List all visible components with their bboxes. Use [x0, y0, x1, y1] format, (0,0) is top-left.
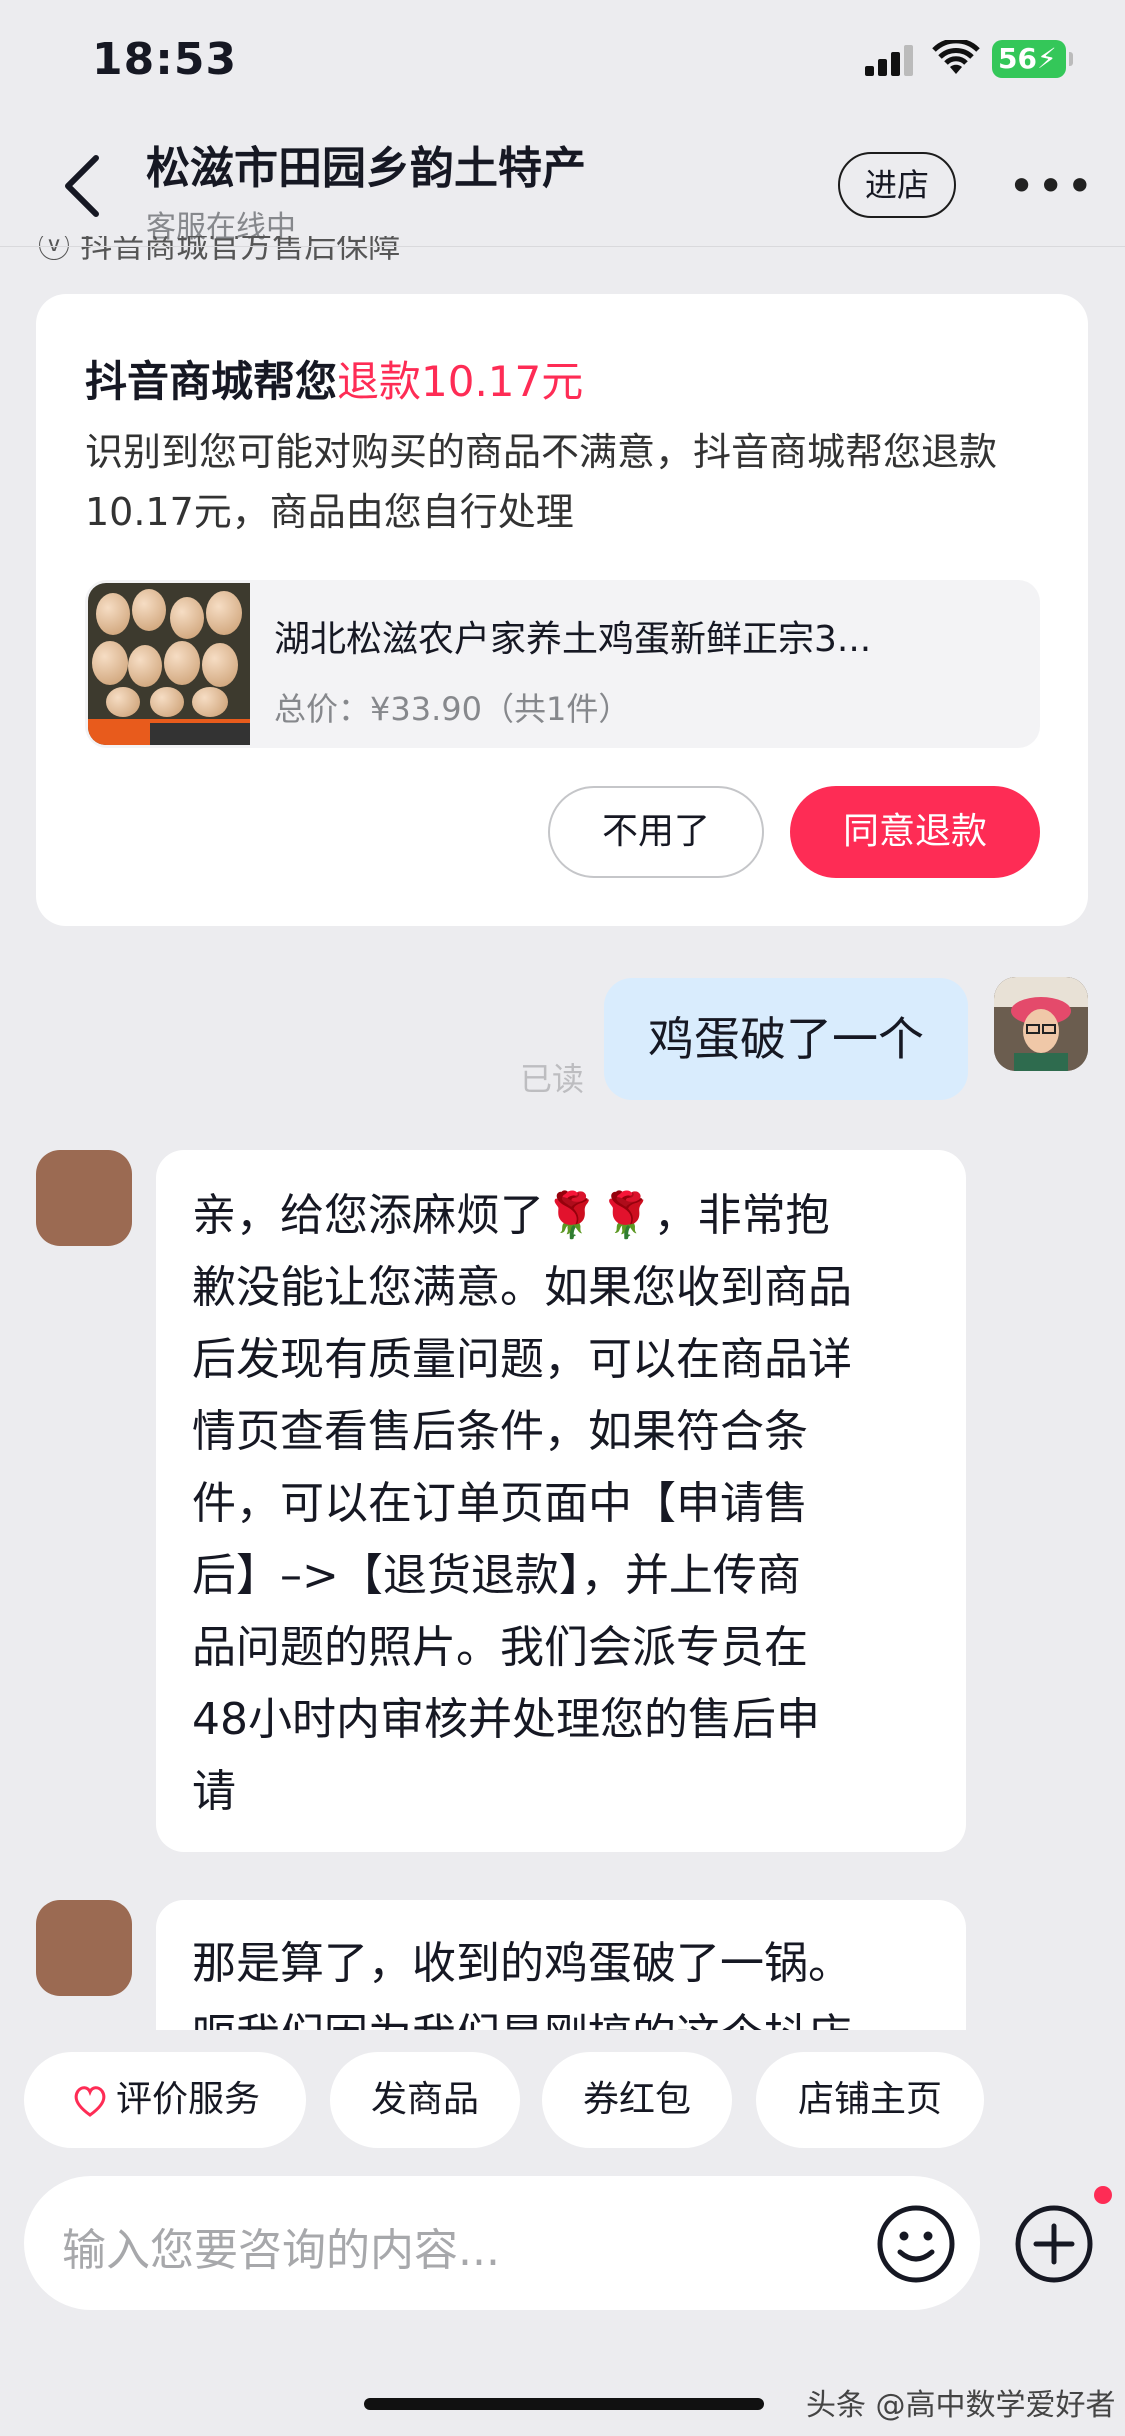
guarantee-peek-label: 抖音商城官方售后保障 [80, 236, 401, 265]
accept-refund-button[interactable]: 同意退款 [790, 786, 1040, 878]
input-placeholder: 输入您要咨询的内容... [62, 2225, 500, 2276]
message-line: 后】–>【退货退款】，并上传商 [192, 1550, 801, 1601]
emoji-icon[interactable] [876, 2204, 956, 2284]
shop-avatar[interactable] [36, 1900, 132, 1996]
message-line: 亲，给您添麻烦了🌹🌹，非常抱 [192, 1190, 830, 1241]
message-line: 呃我们因为我们是刚搞的这个抖店 [192, 2000, 852, 2030]
battery-icon: 56⚡ [992, 40, 1073, 78]
rate-service-chip[interactable]: 评价服务 [24, 2052, 306, 2148]
signal-icon [865, 44, 917, 76]
plus-icon[interactable] [1014, 2204, 1094, 2284]
refund-description: 识别到您可能对购买的商品不满意，抖音商城帮您退款10.17元，商品由您自行处理 [85, 430, 998, 534]
product-price: 总价：¥33.90（共1件） [274, 690, 631, 728]
decline-refund-button[interactable]: 不用了 [548, 786, 764, 878]
home-indicator[interactable] [364, 2398, 764, 2410]
shop-avatar[interactable] [36, 1150, 132, 1246]
status-time: 18:53 [92, 34, 238, 85]
watermark: 头条 @高中数学爱好者 [806, 2388, 1116, 2423]
header-divider [0, 246, 1125, 247]
read-receipt: 已读 [520, 1060, 585, 1098]
refund-title-prefix: 抖音商城帮您 [85, 357, 338, 406]
message-line: 歉没能让您满意。如果您收到商品 [192, 1262, 852, 1313]
refund-card-title: 抖音商城帮您退款10.17元 [85, 348, 583, 409]
product-name: 湖北松滋农户家养土鸡蛋新鲜正宗3... [274, 619, 872, 660]
product-thumbnail [88, 583, 250, 745]
user-avatar[interactable] [994, 977, 1088, 1071]
wifi-icon [932, 38, 980, 76]
message-line: 后发现有质量问题，可以在商品详 [192, 1334, 852, 1385]
message-line: 请 [192, 1766, 236, 1817]
shop-title: 松滋市田园乡韵土特产 [146, 143, 586, 194]
message-line: 48小时内审核并处理您的售后申 [192, 1694, 820, 1745]
message-line: 件，可以在订单页面中【申请售 [192, 1478, 808, 1529]
refund-amount: 退款10.17元 [337, 357, 584, 406]
rate-service-label: 评价服务 [115, 2079, 260, 2120]
message-line: 那是算了，收到的鸡蛋破了一锅。 [192, 1938, 852, 1989]
store-home-chip[interactable]: 店铺主页 [756, 2052, 984, 2148]
guarantee-peek-text: ⓥ 抖音商城官方售后保障 [38, 236, 400, 266]
battery-level: 56 [998, 42, 1037, 75]
back-icon[interactable] [58, 152, 108, 220]
enter-store-button[interactable]: 进店 [838, 152, 956, 218]
send-product-chip[interactable]: 发商品 [330, 2052, 520, 2148]
quick-actions-bar: 评价服务 发商品 券红包 店铺主页 [0, 2052, 1125, 2152]
notification-dot [1094, 2186, 1112, 2204]
message-list: 亲，给您添麻烦了🌹🌹，非常抱 歉没能让您满意。如果您收到商品 后发现有质量问题，… [0, 1150, 1125, 2030]
heart-icon [74, 2086, 106, 2117]
message-line: 情页查看售后条件，如果符合条 [192, 1406, 808, 1457]
more-options-icon[interactable]: ••• [1008, 163, 1093, 209]
message-line: 品问题的照片。我们会派专员在 [192, 1622, 808, 1673]
coupon-chip[interactable]: 券红包 [542, 2052, 732, 2148]
user-message-bubble: 鸡蛋破了一个 [604, 978, 968, 1100]
